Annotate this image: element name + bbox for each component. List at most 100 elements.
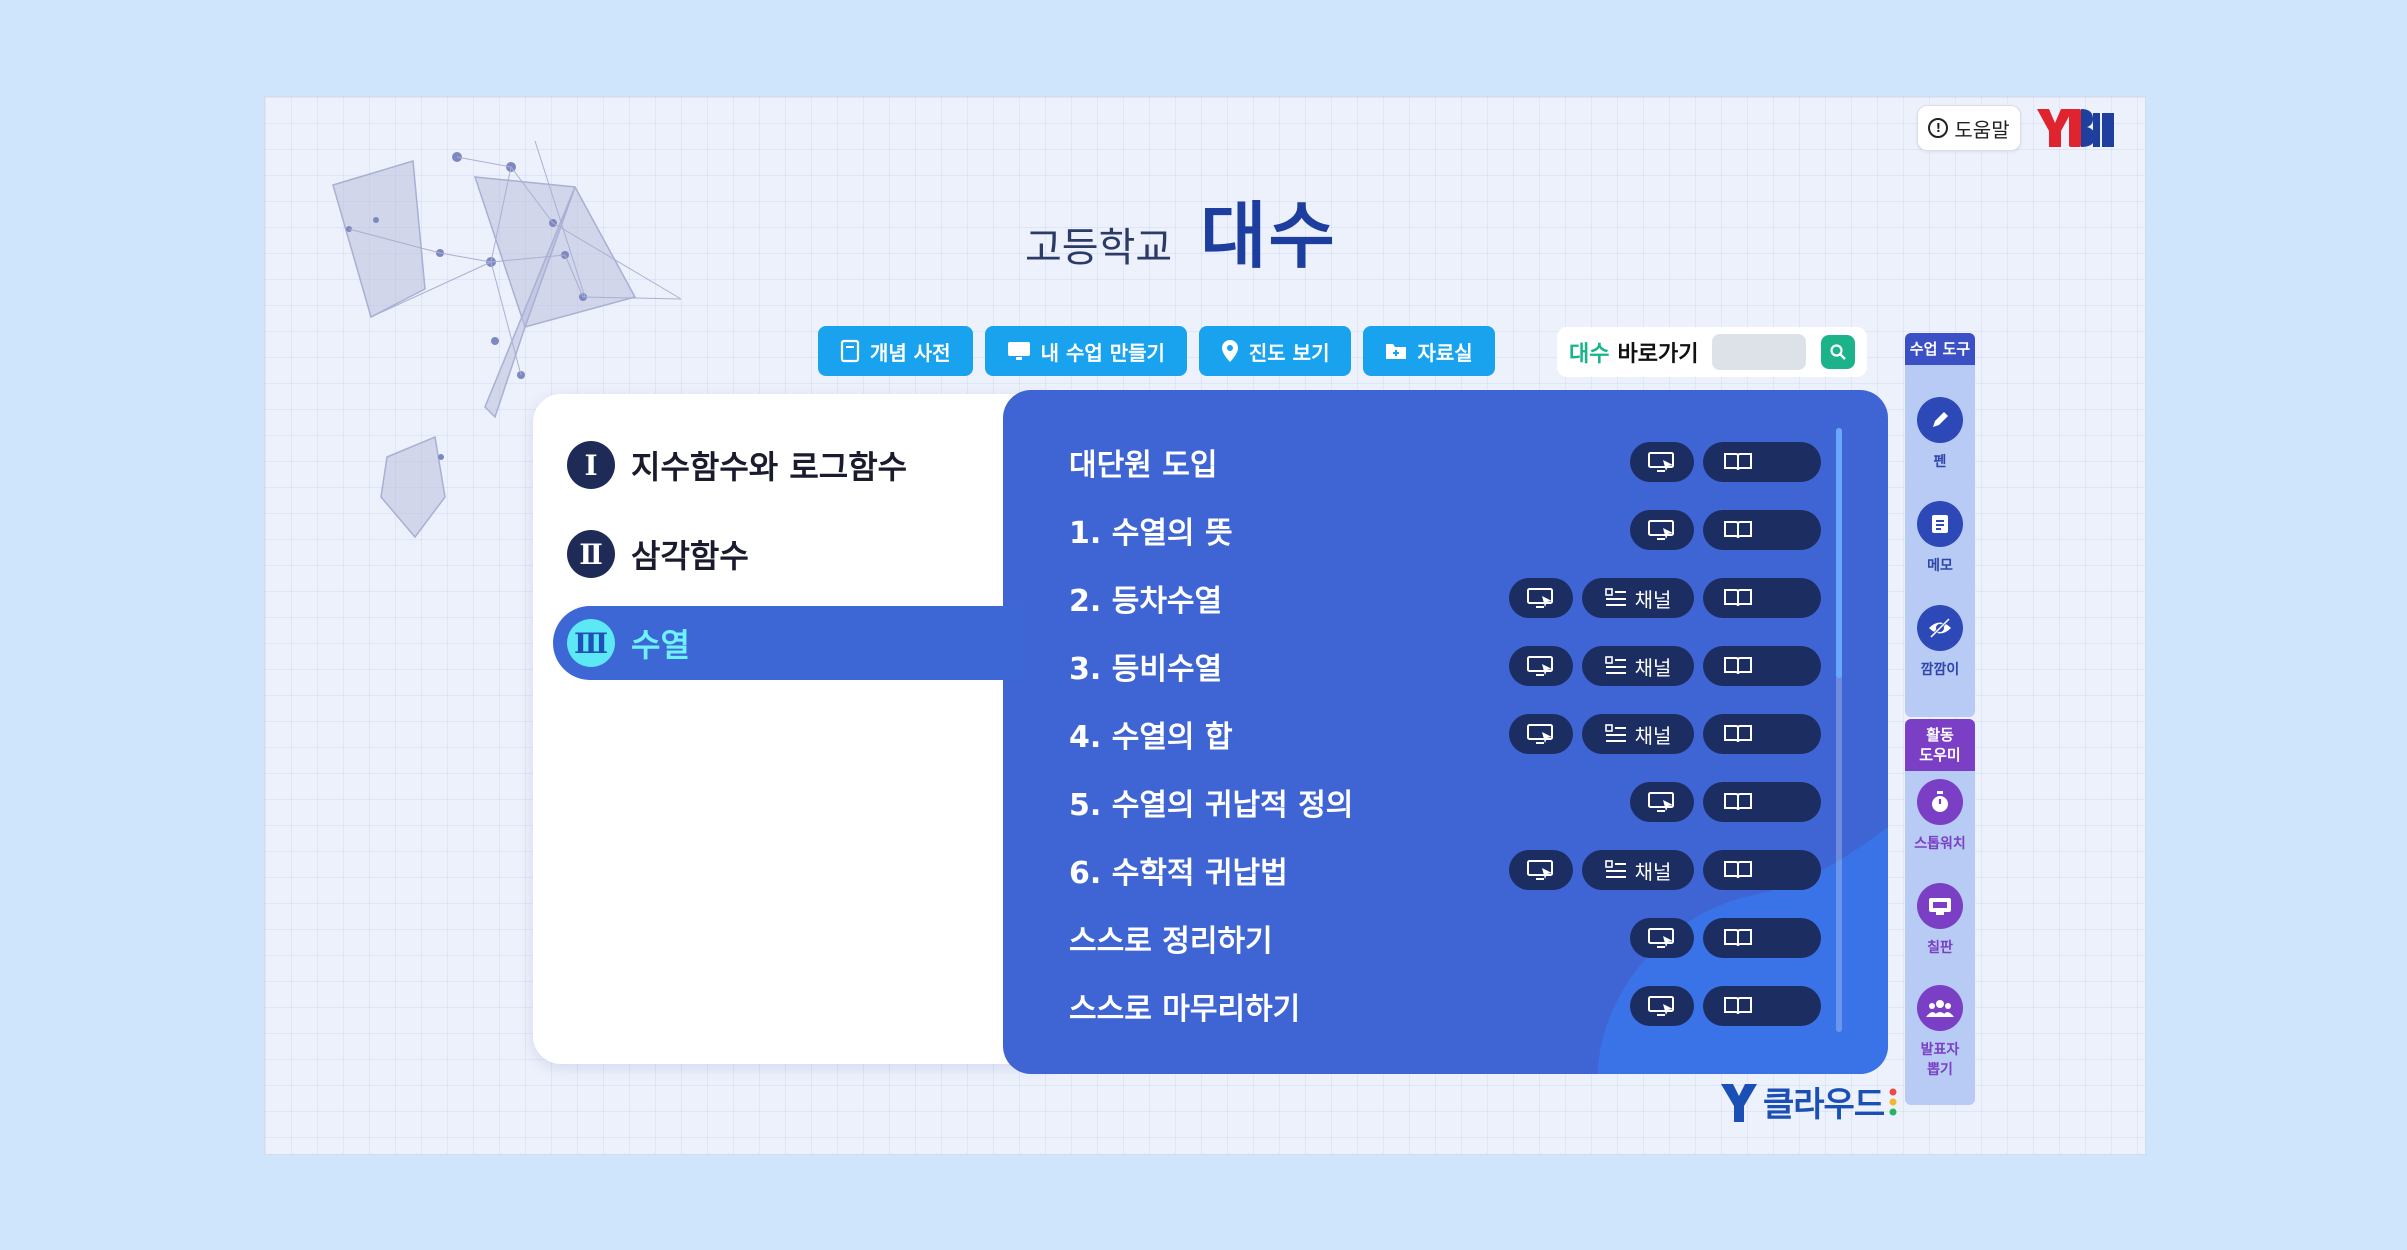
lesson-actions: 채널 xyxy=(1509,578,1821,618)
channel-button[interactable]: 채널 xyxy=(1582,646,1694,686)
shortcut-subject: 대수 xyxy=(1569,342,1610,367)
presenter-picker-tool[interactable]: 발표자 뽑기 xyxy=(1905,985,1975,1079)
blackboard-icon xyxy=(1917,883,1963,929)
unit-number-badge: Ⅱ xyxy=(567,530,615,578)
textbook-icon[interactable] xyxy=(1703,850,1821,890)
lesson-title: 2. 등차수열 xyxy=(1069,584,1223,619)
pen-label: 펜 xyxy=(1933,454,1947,470)
unit-item-3[interactable]: Ⅲ 수열 xyxy=(567,619,690,667)
concept-dictionary-label: 개념 사전 xyxy=(870,340,951,365)
lesson-title: 스스로 마무리하기 xyxy=(1069,992,1301,1027)
textbook-icon[interactable] xyxy=(1703,646,1821,686)
pen-icon xyxy=(1917,397,1963,443)
unit-number-badge: Ⅰ xyxy=(567,441,615,489)
lesson-row[interactable]: 6. 수학적 귀납법 채널 xyxy=(1069,848,1821,892)
title-school-level: 고등학교 xyxy=(1025,225,1173,271)
presentation-monitor-icon[interactable] xyxy=(1630,918,1694,958)
blackboard-tool[interactable]: 칠판 xyxy=(1905,883,1975,957)
channel-button[interactable]: 채널 xyxy=(1582,714,1694,754)
lesson-actions: 채널 xyxy=(1509,714,1821,754)
stopwatch-tool[interactable]: 스톱워치 xyxy=(1905,779,1975,853)
unit-list-panel xyxy=(533,394,1053,1064)
presentation-monitor-icon[interactable] xyxy=(1630,986,1694,1026)
textbook-icon[interactable] xyxy=(1703,578,1821,618)
title-subject: 대수 xyxy=(1200,194,1337,278)
unit-item-1[interactable]: Ⅰ 지수함수와 로그함수 xyxy=(567,441,907,489)
presentation-monitor-icon[interactable] xyxy=(1630,510,1694,550)
help-button[interactable]: ! 도움말 xyxy=(1917,105,2021,151)
lesson-row[interactable]: 대단원 도입 xyxy=(1069,440,1821,484)
lesson-actions: 채널 xyxy=(1509,850,1821,890)
shortcut-input[interactable] xyxy=(1712,334,1807,370)
people-icon xyxy=(1917,985,1963,1031)
textbook-icon[interactable] xyxy=(1703,714,1821,754)
unit-label: 삼각함수 xyxy=(631,537,749,575)
lesson-title: 5. 수열의 귀납적 정의 xyxy=(1069,788,1354,823)
lesson-row[interactable]: 2. 등차수열 채널 xyxy=(1069,576,1821,620)
lesson-scrollbar-thumb[interactable] xyxy=(1836,428,1842,678)
class-tools-title: 수업 도구 xyxy=(1905,333,1975,365)
lesson-actions: 채널 xyxy=(1509,646,1821,686)
monitor-icon xyxy=(1007,342,1030,360)
lesson-row[interactable]: 3. 등비수열 채널 xyxy=(1069,644,1821,688)
presentation-monitor-icon[interactable] xyxy=(1509,850,1573,890)
textbook-icon[interactable] xyxy=(1703,986,1821,1026)
make-my-class-button[interactable]: 내 수업 만들기 xyxy=(984,326,1187,376)
lesson-actions xyxy=(1630,782,1821,822)
stopwatch-label: 스톱워치 xyxy=(1914,836,1966,852)
channel-button[interactable]: 채널 xyxy=(1582,578,1694,618)
channel-label: 채널 xyxy=(1634,587,1672,612)
lesson-actions xyxy=(1630,986,1821,1026)
resources-button[interactable]: 자료실 xyxy=(1363,326,1495,376)
stopwatch-icon xyxy=(1917,779,1963,825)
lesson-row[interactable]: 1. 수열의 뜻 xyxy=(1069,508,1821,552)
blackout-tool[interactable]: 깜깜이 xyxy=(1905,605,1975,679)
lesson-row[interactable]: 스스로 정리하기 xyxy=(1069,916,1821,960)
cloud-logo-text: 클라우드 xyxy=(1763,1085,1885,1125)
channel-label: 채널 xyxy=(1634,859,1672,884)
help-label: 도움말 xyxy=(1954,117,2010,142)
pen-tool[interactable]: 펜 xyxy=(1905,397,1975,471)
presentation-monitor-icon[interactable] xyxy=(1509,714,1573,754)
location-pin-icon xyxy=(1221,340,1238,362)
unit-label: 수열 xyxy=(631,626,690,664)
channel-button[interactable]: 채널 xyxy=(1582,850,1694,890)
shortcut-bar: 대수 바로가기 xyxy=(1557,327,1867,377)
lesson-title: 스스로 정리하기 xyxy=(1069,924,1273,959)
presentation-monitor-icon[interactable] xyxy=(1509,578,1573,618)
blackout-label: 깜깜이 xyxy=(1920,662,1960,678)
book-icon xyxy=(840,339,860,363)
presentation-monitor-icon[interactable] xyxy=(1630,782,1694,822)
class-tools-sidebar: 수업 도구 펜 메모 깜깜이 xyxy=(1905,333,1975,717)
unit-item-2[interactable]: Ⅱ 삼각함수 xyxy=(567,530,749,578)
textbook-icon[interactable] xyxy=(1703,782,1821,822)
ybm-logo xyxy=(2037,109,2114,147)
resources-label: 자료실 xyxy=(1417,340,1473,365)
concept-dictionary-button[interactable]: 개념 사전 xyxy=(818,326,973,376)
textbook-icon[interactable] xyxy=(1703,510,1821,550)
memo-tool[interactable]: 메모 xyxy=(1905,501,1975,575)
channel-label: 채널 xyxy=(1634,723,1672,748)
textbook-icon[interactable] xyxy=(1703,918,1821,958)
textbook-icon[interactable] xyxy=(1703,442,1821,482)
presentation-monitor-icon[interactable] xyxy=(1509,646,1573,686)
unit-number-badge: Ⅲ xyxy=(567,619,615,667)
lesson-actions xyxy=(1630,510,1821,550)
progress-view-button[interactable]: 진도 보기 xyxy=(1198,326,1352,376)
main-frame: ! 도움말 고등학교 대수 개념 사전 내 수업 만들기 진도 보기 자료실 대… xyxy=(264,96,2146,1155)
presentation-monitor-icon[interactable] xyxy=(1630,442,1694,482)
blackboard-label: 칠판 xyxy=(1927,940,1953,956)
memo-icon xyxy=(1917,501,1963,547)
cloud-logo: 클라우드 xyxy=(1719,1077,1898,1126)
make-my-class-label: 내 수업 만들기 xyxy=(1040,340,1165,365)
presenter-label-line1: 발표자 xyxy=(1920,1042,1960,1058)
shortcut-search-button[interactable] xyxy=(1821,335,1855,369)
lesson-row[interactable]: 스스로 마무리하기 xyxy=(1069,984,1821,1028)
presenter-label-line2: 뽑기 xyxy=(1927,1062,1953,1078)
lesson-title: 1. 수열의 뜻 xyxy=(1069,516,1233,551)
lesson-row[interactable]: 4. 수열의 합 채널 xyxy=(1069,712,1821,756)
eye-off-icon xyxy=(1917,605,1963,651)
lesson-title: 6. 수학적 귀납법 xyxy=(1069,856,1288,891)
lesson-row[interactable]: 5. 수열의 귀납적 정의 xyxy=(1069,780,1821,824)
memo-label: 메모 xyxy=(1927,558,1953,574)
